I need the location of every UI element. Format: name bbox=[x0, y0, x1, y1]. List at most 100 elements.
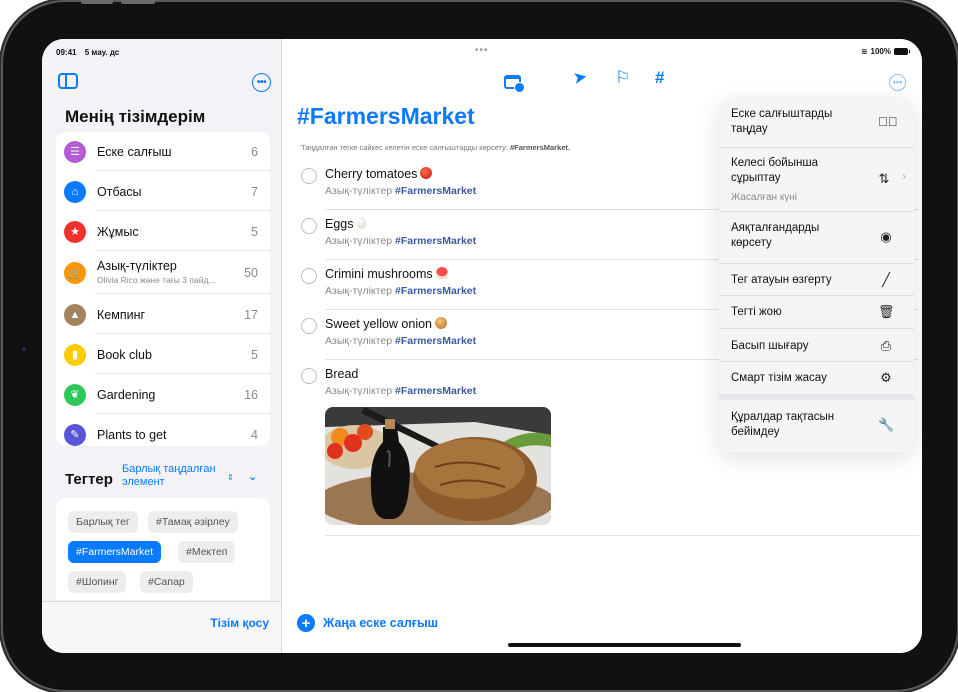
list-item[interactable]: ▲ Кемпинг 17 bbox=[56, 295, 270, 334]
updown-chevron-icon[interactable]: ⇕ bbox=[227, 473, 234, 482]
list-item[interactable]: ★ Жұмыс 5 bbox=[56, 212, 270, 251]
reminder-title: Eggs bbox=[325, 217, 366, 231]
menu-item-make-smart-list[interactable]: Смарт тізім жасау ⚙ bbox=[719, 362, 914, 394]
checkmark-circle-icon: ✓⃝ bbox=[878, 114, 898, 129]
menu-item-rename-tag[interactable]: Тег атауын өзгерту ╱ bbox=[719, 264, 914, 296]
list-item[interactable]: ⌂ Отбасы 7 bbox=[56, 172, 270, 211]
screen: 09:41 5 мау. дс ••• Менің тізімдерім ☰ Е… bbox=[42, 39, 922, 653]
complete-checkbox[interactable] bbox=[301, 368, 317, 384]
tag-chip[interactable]: #Шопинг bbox=[68, 571, 127, 593]
reminder-meta: Азық-түліктер #FarmersMarket bbox=[325, 335, 476, 347]
reminder-tag[interactable]: #FarmersMarket bbox=[395, 185, 476, 197]
trash-icon: 🗑 bbox=[878, 304, 895, 319]
reminder-list: Азық-түліктер bbox=[325, 335, 393, 347]
tag-chip-selected[interactable]: #FarmersMarket bbox=[68, 541, 162, 563]
reminder-list: Азық-түліктер bbox=[325, 385, 393, 397]
divider bbox=[95, 333, 270, 334]
list-item[interactable]: ☰ Еске салғыш 6 bbox=[56, 132, 270, 171]
divider bbox=[95, 373, 270, 374]
menu-item-label: Құралдар тақтасын бейімдеу bbox=[731, 411, 835, 438]
more-options-icon[interactable]: ••• bbox=[252, 73, 271, 92]
eye-icon: ◉ bbox=[880, 229, 892, 244]
reminder-tag[interactable]: #FarmersMarket bbox=[395, 235, 476, 247]
onion-emoji bbox=[435, 317, 448, 329]
reminder-list: Азық-түліктер bbox=[325, 185, 393, 197]
chevron-down-icon[interactable]: ⌄ bbox=[248, 470, 257, 483]
add-list-button[interactable]: Тізім қосу bbox=[210, 616, 269, 630]
dropper-icon: ✎ bbox=[64, 423, 86, 446]
wifi-icon: ≋ bbox=[860, 47, 868, 56]
new-reminder-button[interactable]: + Жаңа еске салғыш bbox=[297, 614, 438, 632]
menu-item-label: Басып шығару bbox=[731, 340, 809, 352]
list-count: 7 bbox=[251, 184, 258, 199]
battery-icon bbox=[894, 48, 910, 55]
sidebar-toggle-icon[interactable] bbox=[58, 73, 78, 89]
list-item[interactable]: ✎ Plants to get 4 bbox=[56, 415, 270, 446]
tag-chip[interactable]: Барлық тег bbox=[68, 511, 138, 533]
ipad-frame: 09:41 5 мау. дс ••• Менің тізімдерім ☰ Е… bbox=[3, 0, 957, 690]
tag-chip[interactable]: #Сапар bbox=[140, 571, 193, 593]
reminder-title-text: Sweet yellow onion bbox=[325, 317, 433, 331]
reminder-list: Азық-түліктер bbox=[325, 285, 393, 297]
divider bbox=[95, 210, 270, 211]
menu-item-label: Тегті жою bbox=[731, 306, 782, 318]
flag-icon[interactable]: ⚐ bbox=[615, 68, 630, 88]
volume-button bbox=[81, 0, 113, 4]
tag-chip[interactable]: #Тамақ әзірлеу bbox=[148, 511, 238, 533]
menu-item-label: Еске салғыштарды таңдау bbox=[731, 108, 833, 135]
sidebar: 09:41 5 мау. дс ••• Менің тізімдерім ☰ Е… bbox=[42, 39, 282, 653]
egg-emoji bbox=[356, 217, 366, 229]
list-count: 16 bbox=[244, 387, 258, 402]
menu-item-customize-toolbar[interactable]: Құралдар тақтасын бейімдеу 🔧 bbox=[719, 400, 914, 452]
list-count: 50 bbox=[244, 266, 258, 280]
tent-icon: ▲ bbox=[64, 303, 86, 326]
multitask-grabber[interactable]: ••• bbox=[475, 45, 489, 56]
camera bbox=[22, 347, 26, 351]
volume-button bbox=[121, 0, 155, 4]
list-subtitle: Olivia Rico және тағы 3 пайд... bbox=[97, 275, 216, 285]
tags-title: Тегтер bbox=[65, 471, 113, 488]
list-name: Кемпинг bbox=[97, 307, 146, 322]
reminder-tag[interactable]: #FarmersMarket bbox=[395, 285, 476, 297]
plus-icon: + bbox=[297, 614, 315, 632]
tag-chip[interactable]: #Мектеп bbox=[178, 541, 236, 563]
reminder-title-text: Crimini mushrooms bbox=[325, 267, 433, 281]
mushroom-emoji bbox=[435, 267, 448, 279]
reminder-meta: Азық-түліктер #FarmersMarket bbox=[325, 235, 476, 247]
list-item[interactable]: 🛒 Азық-түліктер Olivia Rico және тағы 3 … bbox=[56, 252, 270, 294]
list-name: Азық-түліктер bbox=[97, 259, 177, 273]
divider bbox=[95, 250, 270, 251]
chevron-right-icon: › bbox=[902, 171, 906, 183]
menu-item-sublabel: Жасалған күні bbox=[731, 192, 797, 203]
complete-checkbox[interactable] bbox=[301, 318, 317, 334]
menu-item-label: Аяқталғандарды көрсету bbox=[731, 222, 820, 249]
menu-item-delete-tag[interactable]: Тегті жою 🗑 bbox=[719, 296, 914, 329]
tags-filter-selector[interactable]: Барлық таңдалған элемент bbox=[122, 463, 232, 489]
complete-checkbox[interactable] bbox=[301, 268, 317, 284]
complete-checkbox[interactable] bbox=[301, 168, 317, 184]
menu-item-print[interactable]: Басып шығару ⎙ bbox=[719, 329, 914, 362]
reminder-meta: Азық-түліктер #FarmersMarket bbox=[325, 385, 476, 397]
calendar-icon[interactable] bbox=[504, 75, 525, 93]
reminder-tag[interactable]: #FarmersMarket bbox=[395, 335, 476, 347]
home-indicator[interactable] bbox=[508, 643, 741, 647]
more-options-icon[interactable]: ••• bbox=[889, 74, 906, 91]
sidebar-footer: Тізім қосу bbox=[42, 601, 281, 653]
caption-tag: #FarmersMarket. bbox=[509, 143, 571, 152]
reminder-tag[interactable]: #FarmersMarket bbox=[395, 385, 476, 397]
bread-photo-illustration bbox=[325, 407, 551, 525]
menu-item-select-reminders[interactable]: Еске салғыштарды таңдау ✓⃝ bbox=[719, 98, 914, 148]
status-date: 5 мау. дс bbox=[84, 48, 120, 57]
complete-checkbox[interactable] bbox=[301, 218, 317, 234]
divider bbox=[95, 413, 270, 414]
menu-item-show-completed[interactable]: Аяқталғандарды көрсету ◉ bbox=[719, 212, 914, 264]
menu-item-sort-by[interactable]: Келесі бойынша сұрыптау Жасалған күні ⇅ … bbox=[719, 148, 914, 212]
hashtag-icon[interactable]: # bbox=[655, 68, 664, 88]
reminder-title-text: Cherry tomatoes bbox=[325, 167, 418, 181]
list-item[interactable]: ❦ Gardening 16 bbox=[56, 375, 270, 414]
list-item[interactable]: ▮ Book club 5 bbox=[56, 335, 270, 374]
reminder-title: Bread bbox=[325, 367, 359, 381]
location-icon[interactable]: ➤ bbox=[571, 67, 589, 89]
list-name: Жұмыс bbox=[97, 224, 139, 239]
bread-photo[interactable] bbox=[325, 407, 551, 525]
